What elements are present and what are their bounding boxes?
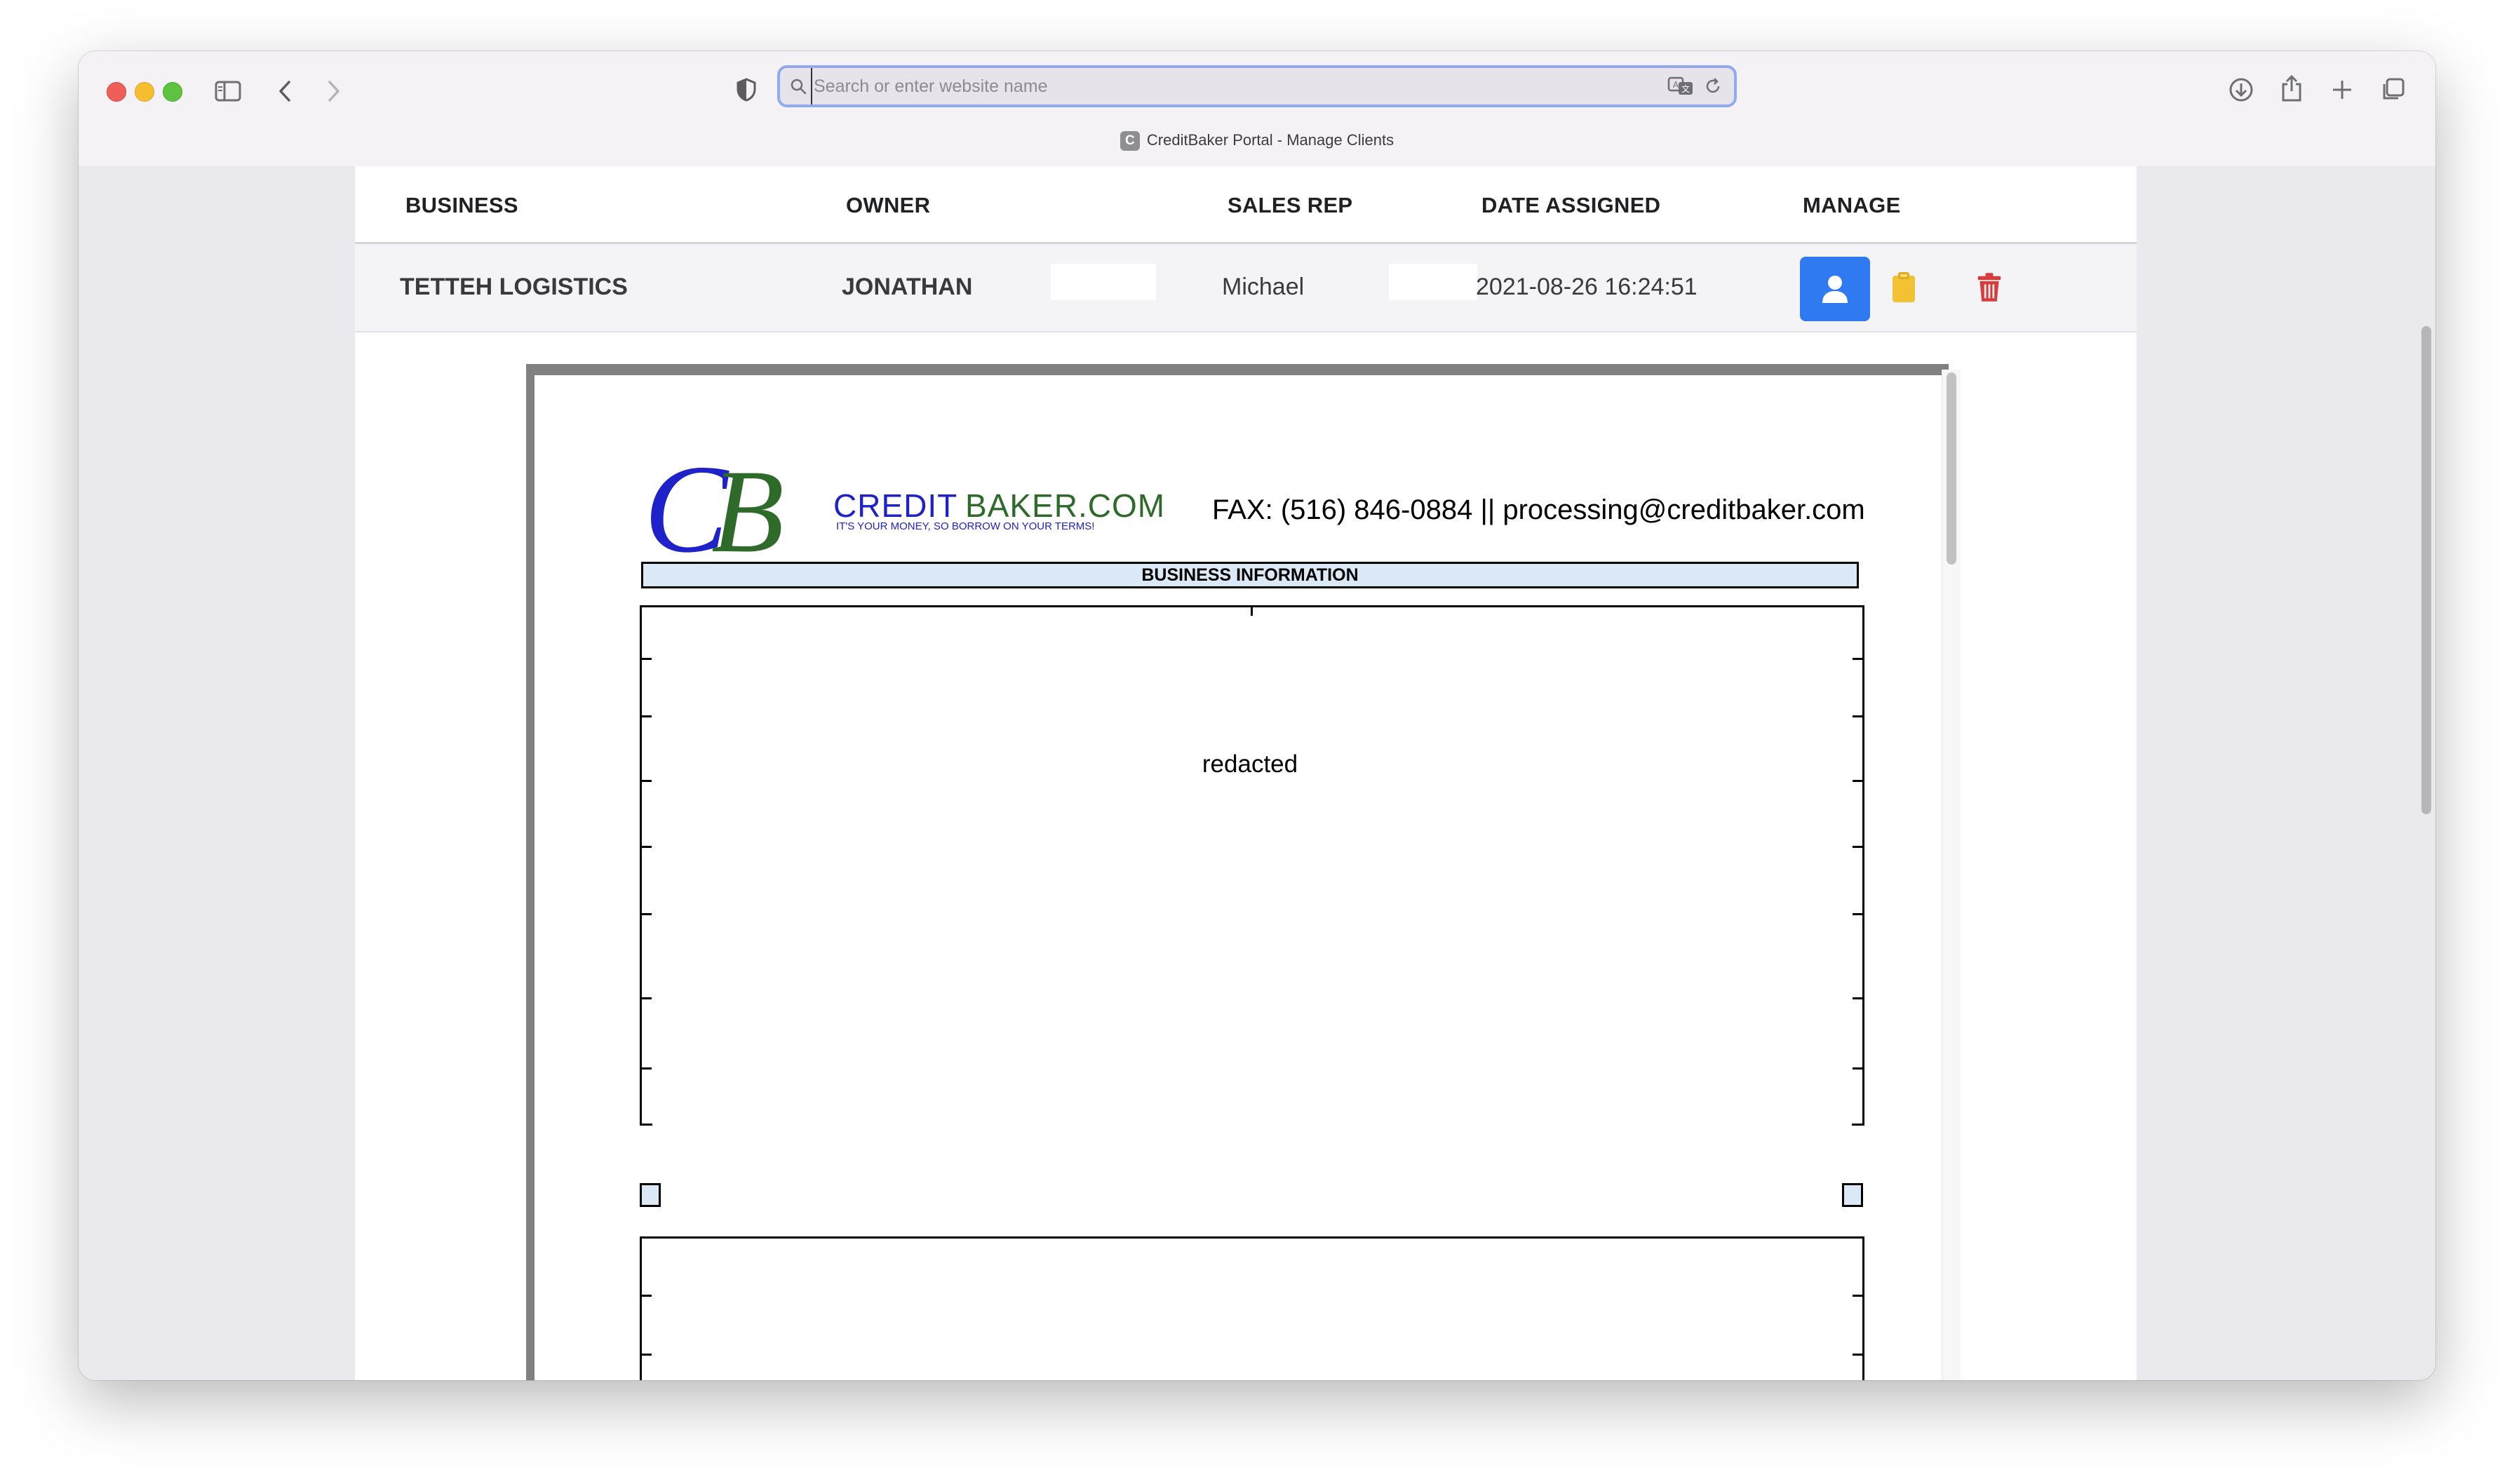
- owner-redaction: [1051, 264, 1156, 300]
- svg-text:IT'S YOUR MONEY, SO BORROW ON: IT'S YOUR MONEY, SO BORROW ON YOUR TERMS…: [836, 520, 1094, 532]
- form-tick: [642, 1295, 652, 1297]
- form-tick: [642, 1067, 652, 1070]
- creditbaker-logo: C B CREDIT BAKER.COM IT'S YOUR MONEY, SO…: [644, 450, 1165, 562]
- svg-text:A: A: [1673, 80, 1679, 90]
- pdf-scrollbar[interactable]: [1942, 370, 1961, 1380]
- forward-icon[interactable]: [321, 76, 347, 106]
- tab-title-text: CreditBaker Portal - Manage Clients: [1146, 131, 1394, 149]
- form-tick: [642, 658, 652, 660]
- clients-panel: BUSINESS OWNER SALES REP DATE ASSIGNED M…: [355, 166, 2137, 1380]
- view-client-button[interactable]: [1800, 257, 1870, 321]
- form-tick: [1853, 913, 1862, 915]
- browser-window: 文A CCreditBaker Portal - Manage Clients …: [79, 51, 2435, 1380]
- header-date-assigned: DATE ASSIGNED: [1481, 193, 1661, 217]
- form-tick: [1853, 1295, 1862, 1297]
- clipboard-button[interactable]: [1887, 268, 1921, 307]
- minimize-window-button[interactable]: [135, 82, 154, 102]
- header-manage: MANAGE: [1803, 193, 1901, 217]
- date-assigned-cell: 2021-08-26 16:24:51: [1476, 274, 1698, 300]
- browser-toolbar: 文A C CreditBaker Portal - Manage Clients: [79, 51, 2435, 168]
- form-tick: [642, 997, 652, 999]
- form-tick: [1853, 997, 1862, 999]
- redacted-label: redacted: [1202, 750, 1298, 778]
- address-bar[interactable]: 文A: [777, 65, 1737, 107]
- sales-rep-redaction: [1389, 264, 1477, 300]
- back-icon[interactable]: [272, 76, 297, 106]
- tab-overview-icon[interactable]: [2378, 75, 2407, 104]
- svg-text:CREDIT: CREDIT: [833, 487, 957, 524]
- pdf-viewer[interactable]: C B CREDIT BAKER.COM IT'S YOUR MONEY, SO…: [526, 364, 1949, 1380]
- header-business: BUSINESS: [405, 193, 518, 217]
- zoom-window-button[interactable]: [163, 82, 182, 102]
- form-tick: [1853, 846, 1862, 848]
- form-tick: [1853, 715, 1862, 717]
- form-tick: [1853, 780, 1862, 782]
- form-corner: [640, 1124, 652, 1126]
- business-information-heading: BUSINESS INFORMATION: [641, 562, 1859, 588]
- header-sales-rep: SALES REP: [1228, 193, 1353, 217]
- form-tick: [1853, 1354, 1862, 1356]
- favicon-icon: C: [1120, 131, 1140, 151]
- form-tick: [1853, 658, 1862, 660]
- svg-text:文: 文: [1681, 83, 1690, 94]
- search-icon: [788, 76, 808, 96]
- section-bar-right: [1842, 1183, 1863, 1207]
- form-tick: [642, 715, 652, 717]
- secondary-form: [640, 1236, 1864, 1380]
- sales-rep-cell: Michael: [1222, 274, 1305, 300]
- section-bar-left: [640, 1183, 661, 1207]
- page-scroll-thumb[interactable]: [2421, 326, 2431, 814]
- form-tick: [1251, 607, 1253, 616]
- form-tick: [642, 913, 652, 915]
- address-input[interactable]: [811, 68, 1641, 104]
- share-icon[interactable]: [2277, 72, 2306, 104]
- clipboard-icon: [1893, 272, 1915, 302]
- translate-icon[interactable]: 文A: [1667, 75, 1695, 97]
- svg-text:BAKER.COM: BAKER.COM: [965, 487, 1165, 524]
- page-content: BUSINESS OWNER SALES REP DATE ASSIGNED M…: [79, 166, 2435, 1380]
- delete-button[interactable]: [1972, 268, 2006, 307]
- contact-line: FAX: (516) 846-0884 || processing@credit…: [1212, 494, 1865, 525]
- form-tick: [642, 1354, 652, 1356]
- trash-icon: [1977, 273, 2001, 302]
- sidebar-toggle-icon[interactable]: [213, 76, 243, 106]
- header-owner: OWNER: [846, 193, 931, 217]
- form-corner: [1852, 1124, 1864, 1126]
- tab-title[interactable]: C CreditBaker Portal - Manage Clients: [79, 131, 2435, 151]
- reload-icon[interactable]: [1703, 76, 1723, 96]
- svg-text:B: B: [711, 450, 784, 562]
- privacy-shield-icon[interactable]: [734, 75, 759, 104]
- page-scrollbar[interactable]: [2419, 166, 2435, 1380]
- form-tick: [642, 846, 652, 848]
- close-window-button[interactable]: [107, 82, 126, 102]
- new-tab-icon[interactable]: [2327, 75, 2357, 104]
- table-row: TETTEH LOGISTICS JONATHAN Michael 2021-0…: [355, 244, 2137, 332]
- form-tick: [642, 780, 652, 782]
- business-cell: TETTEH LOGISTICS: [400, 274, 628, 300]
- download-icon[interactable]: [2226, 75, 2256, 104]
- user-icon: [1822, 276, 1848, 303]
- form-tick: [1853, 1067, 1862, 1070]
- table-header: BUSINESS OWNER SALES REP DATE ASSIGNED M…: [355, 166, 2137, 244]
- pdf-scroll-thumb[interactable]: [1947, 372, 1956, 565]
- owner-cell: JONATHAN: [842, 274, 973, 300]
- business-info-form: [640, 605, 1864, 1126]
